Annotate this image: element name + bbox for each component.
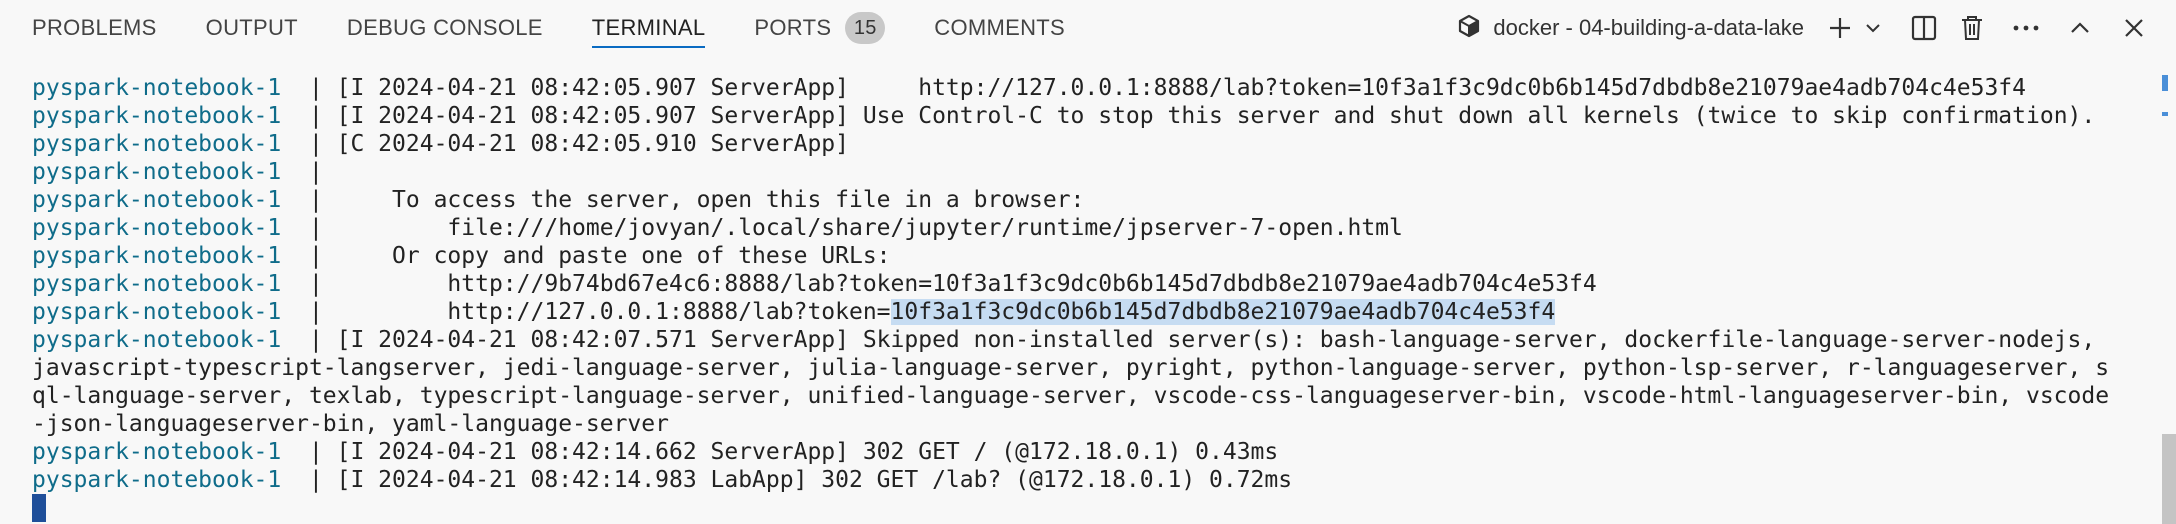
line-text: file:///home/jovyan/.local/share/jupyter… [336, 215, 1403, 241]
terminal-dropdown-button[interactable] [1858, 6, 1888, 50]
line-text: To access the server, open this file in … [336, 187, 1085, 213]
service-name: pyspark-notebook-1 [32, 271, 282, 297]
ports-count-badge: 15 [845, 12, 886, 44]
panel-header: PROBLEMS OUTPUT DEBUG CONSOLE TERMINAL P… [0, 0, 2176, 56]
service-name: pyspark-notebook-1 [32, 103, 282, 129]
line-separator: | [281, 215, 337, 241]
panel-actions: docker - 04-building-a-data-lake [1455, 0, 2176, 56]
chevron-up-icon [2068, 16, 2092, 40]
terminal-output[interactable]: pyspark-notebook-1 | [I 2024-04-21 08:42… [0, 64, 2150, 524]
line-text: http://127.0.0.1:8888/lab?token= [336, 299, 891, 325]
tab-label: TERMINAL [591, 15, 706, 40]
terminal-scrollbar[interactable] [2150, 56, 2176, 524]
line-separator: | [281, 187, 337, 213]
line-text: Or copy and paste one of these URLs: [336, 243, 891, 269]
terminal-line: ql-language-server, texlab, typescript-l… [32, 382, 2109, 410]
close-panel-button[interactable] [2112, 6, 2156, 50]
terminal-cursor [32, 494, 46, 522]
line-separator: | [281, 327, 337, 353]
service-name: pyspark-notebook-1 [32, 467, 282, 493]
split-terminal-button[interactable] [1902, 6, 1946, 50]
terminal-line: pyspark-notebook-1 | [32, 158, 337, 186]
line-separator: | [281, 299, 337, 325]
terminal-line: pyspark-notebook-1 | [I 2024-04-21 08:42… [32, 74, 2026, 102]
tab-terminal[interactable]: TERMINAL [591, 0, 706, 56]
trash-icon [1958, 14, 1986, 42]
line-text: http://9b74bd67e4c6:8888/lab?token=10f3a… [336, 271, 1597, 297]
line-separator: | [281, 467, 337, 493]
tab-debug-console[interactable]: DEBUG CONSOLE [347, 0, 543, 56]
line-text: [I 2024-04-21 08:42:07.571 ServerApp] Sk… [336, 327, 2096, 353]
line-separator: | [281, 103, 337, 129]
scrollbar-thumb[interactable] [2162, 434, 2176, 524]
tab-label: COMMENTS [934, 15, 1066, 40]
line-text: [I 2024-04-21 08:42:05.907 ServerApp] Us… [336, 103, 2096, 129]
terminal-line: pyspark-notebook-1 | [I 2024-04-21 08:42… [32, 102, 2095, 130]
terminal-line: pyspark-notebook-1 | [I 2024-04-21 08:42… [32, 438, 1278, 466]
line-separator: | [281, 271, 337, 297]
tab-output[interactable]: OUTPUT [206, 0, 298, 56]
kill-terminal-button[interactable] [1950, 6, 1994, 50]
scrollbar-marker [2162, 75, 2168, 91]
tab-label: DEBUG CONSOLE [346, 15, 543, 40]
close-icon [2123, 17, 2145, 39]
more-icon [2012, 24, 2040, 32]
terminal-line: -json-languageserver-bin, yaml-language-… [32, 410, 669, 438]
service-name: pyspark-notebook-1 [32, 299, 282, 325]
service-name: pyspark-notebook-1 [32, 75, 282, 101]
line-text: -json-languageserver-bin, yaml-language-… [32, 411, 669, 437]
terminal-line: pyspark-notebook-1 | [I 2024-04-21 08:42… [32, 466, 1292, 494]
docker-terminal-icon [1455, 12, 1483, 45]
terminal-selector-label: docker - 04-building-a-data-lake [1493, 15, 1804, 40]
service-name: pyspark-notebook-1 [32, 215, 282, 241]
service-name: pyspark-notebook-1 [32, 131, 282, 157]
line-separator: | [281, 75, 337, 101]
plus-icon [1827, 15, 1853, 41]
service-name: pyspark-notebook-1 [32, 243, 282, 269]
terminal-line: pyspark-notebook-1 | Or copy and paste o… [32, 242, 891, 270]
line-separator: | [281, 243, 337, 269]
new-terminal-button[interactable] [1822, 6, 1858, 50]
line-separator: | [281, 159, 337, 185]
line-text: javascript-typescript-langserver, jedi-l… [32, 355, 2110, 381]
split-icon [1910, 14, 1938, 42]
tab-label: OUTPUT [205, 15, 298, 40]
terminal-line: javascript-typescript-langserver, jedi-l… [32, 354, 2109, 382]
panel-tabs: PROBLEMS OUTPUT DEBUG CONSOLE TERMINAL P… [0, 0, 1114, 56]
service-name: pyspark-notebook-1 [32, 327, 282, 353]
chevron-down-icon [1864, 19, 1882, 37]
more-actions-button[interactable] [2004, 6, 2048, 50]
terminal-selector[interactable]: docker - 04-building-a-data-lake [1455, 0, 1804, 56]
terminal-line: pyspark-notebook-1 | [I 2024-04-21 08:42… [32, 326, 2095, 354]
service-name: pyspark-notebook-1 [32, 187, 282, 213]
line-separator: | [281, 439, 337, 465]
line-text: [I 2024-04-21 08:42:05.907 ServerApp] ht… [336, 75, 2026, 101]
terminal-line: pyspark-notebook-1 | http://9b74bd67e4c6… [32, 270, 1597, 298]
tab-problems[interactable]: PROBLEMS [32, 0, 157, 56]
tab-ports[interactable]: PORTS 15 [754, 0, 886, 56]
tab-label: PORTS [754, 15, 832, 40]
line-text: [C 2024-04-21 08:42:05.910 ServerApp] [336, 131, 849, 157]
scrollbar-marker [2162, 112, 2168, 116]
tab-label: PROBLEMS [32, 15, 157, 40]
service-name: pyspark-notebook-1 [32, 439, 282, 465]
tab-comments[interactable]: COMMENTS [934, 0, 1065, 56]
terminal-line: pyspark-notebook-1 | [C 2024-04-21 08:42… [32, 130, 849, 158]
line-text: ql-language-server, texlab, typescript-l… [32, 383, 2110, 409]
service-name: pyspark-notebook-1 [32, 159, 282, 185]
line-text: [I 2024-04-21 08:42:14.983 LabApp] 302 G… [336, 467, 1293, 493]
terminal-line: pyspark-notebook-1 | file:///home/jovyan… [32, 214, 1403, 242]
line-text: [I 2024-04-21 08:42:14.662 ServerApp] 30… [336, 439, 1279, 465]
terminal-line: pyspark-notebook-1 | http://127.0.0.1:88… [32, 298, 1556, 326]
line-separator: | [281, 131, 337, 157]
terminal-line: pyspark-notebook-1 | To access the serve… [32, 186, 1084, 214]
maximize-panel-button[interactable] [2058, 6, 2102, 50]
selected-token[interactable]: 10f3a1f3c9dc0b6b145d7dbdb8e21079ae4adb70… [890, 299, 1556, 325]
